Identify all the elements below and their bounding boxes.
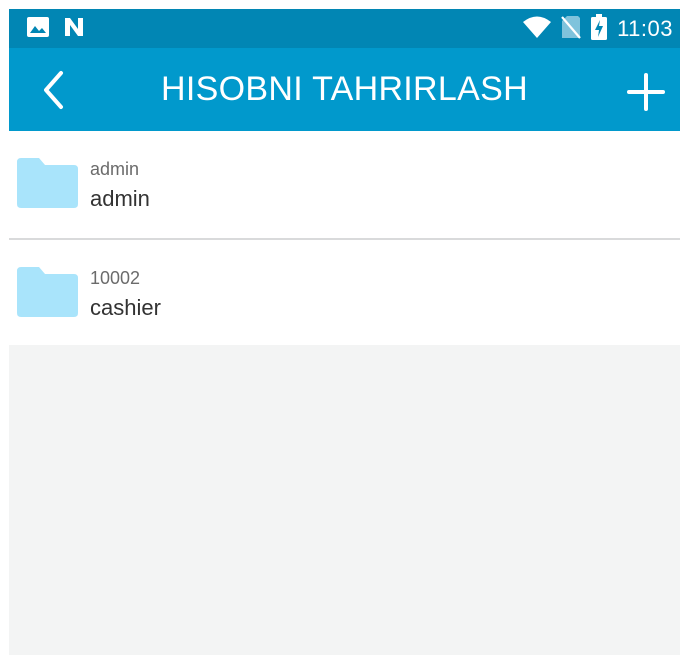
plus-icon: [627, 73, 665, 111]
folder-icon: [17, 158, 78, 208]
status-time: 11:03: [617, 16, 673, 41]
list-item[interactable]: 10002 cashier: [9, 238, 680, 345]
page-title: HISOBNI TAHRIRLASH: [161, 70, 528, 108]
account-name: admin: [90, 186, 150, 211]
account-name: cashier: [90, 295, 161, 320]
chevron-left-icon: [44, 71, 63, 109]
wifi-icon: [523, 16, 552, 43]
status-notifications: [27, 16, 85, 43]
back-button[interactable]: [33, 70, 73, 110]
battery-charging-icon: [591, 13, 608, 45]
account-id: admin: [90, 159, 140, 179]
list-item[interactable]: admin admin: [9, 131, 680, 238]
account-list: admin admin 10002 cashier: [9, 131, 680, 345]
folder-icon: [17, 267, 78, 317]
app-bar: HISOBNI TAHRIRLASH: [9, 48, 680, 131]
account-id: 10002: [90, 268, 141, 288]
status-system: 11:03: [523, 13, 673, 45]
add-account-button[interactable]: [624, 70, 668, 114]
n-notification-icon: [63, 16, 85, 43]
no-sim-icon: [561, 15, 581, 44]
image-icon: [27, 16, 49, 42]
status-bar: 11:03: [9, 9, 680, 48]
device-screen: 11:03 HISOBNI TAHRIRLASH admin admin 100…: [9, 9, 680, 655]
